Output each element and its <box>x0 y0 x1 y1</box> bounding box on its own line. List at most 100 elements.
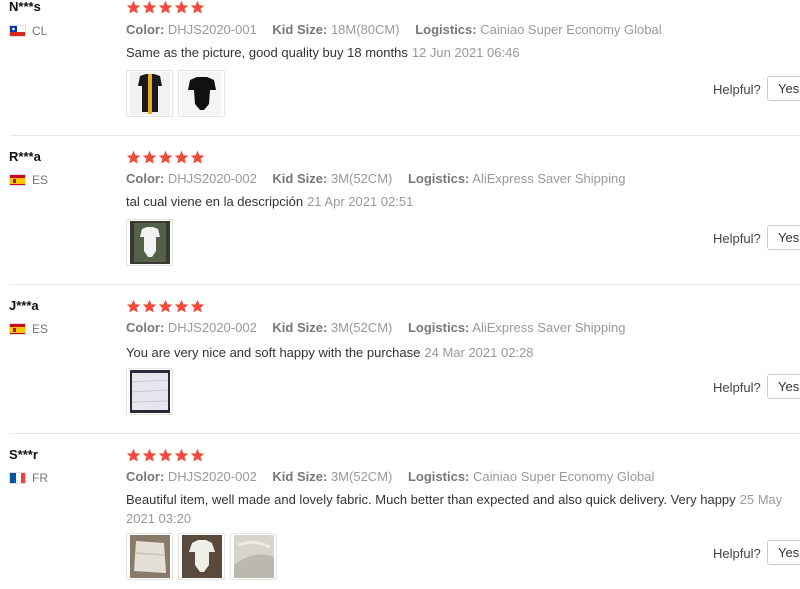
order-details: Color: DHJS2020-002 Kid Size: 3M(52CM) L… <box>126 171 626 186</box>
review-photos <box>126 70 225 117</box>
color-value: DHJS2020-002 <box>167 469 257 484</box>
review-text: You are very nice and soft happy with th… <box>126 343 726 362</box>
star-icon <box>174 0 189 14</box>
star-icon <box>158 150 173 164</box>
color-label: Color: <box>126 22 165 37</box>
spain-flag-icon <box>9 323 26 335</box>
color-label: Color: <box>126 320 165 335</box>
kid-size-label: Kid Size: <box>272 22 328 37</box>
star-icon <box>126 448 141 462</box>
star-icon <box>158 448 173 462</box>
star-icon <box>142 0 157 14</box>
star-icon <box>142 150 157 164</box>
spain-flag-icon <box>9 174 26 186</box>
review-text: Beautiful item, well made and lovely fab… <box>126 490 791 528</box>
reviewer-name: J***a <box>9 298 39 313</box>
helpful-yes-button[interactable]: Yes <box>767 76 800 101</box>
star-rating <box>126 448 205 463</box>
star-icon <box>126 0 141 14</box>
color-value: DHJS2020-001 <box>167 22 257 37</box>
country-code: ES <box>32 322 49 336</box>
star-icon <box>190 0 205 14</box>
order-details: Color: DHJS2020-002 Kid Size: 3M(52CM) L… <box>126 320 626 335</box>
kid-size-label: Kid Size: <box>272 171 328 186</box>
logistics-value: Cainiao Super Economy Global <box>480 22 662 37</box>
review-item: J***a ES Color: DHJS2020-002 Kid Size: 3… <box>0 298 800 433</box>
review-text: Same as the picture, good quality buy 18… <box>126 43 726 62</box>
color-value: DHJS2020-002 <box>167 171 257 186</box>
helpful-yes-button[interactable]: Yes <box>767 540 800 565</box>
reviewer-country: CL <box>9 24 47 38</box>
reviewer-name: R***a <box>9 149 41 164</box>
star-icon <box>158 0 173 14</box>
photo-fabric-white[interactable] <box>126 368 173 415</box>
review-divider <box>10 433 800 434</box>
logistics-value: Cainiao Super Economy Global <box>473 469 655 484</box>
france-flag-icon <box>9 472 26 484</box>
color-label: Color: <box>126 469 165 484</box>
review-divider <box>10 135 800 136</box>
star-icon <box>190 448 205 462</box>
kid-size-value: 3M(52CM) <box>330 320 393 335</box>
review-item: R***a ES Color: DHJS2020-002 Kid Size: 3… <box>0 149 800 284</box>
logistics-label: Logistics: <box>407 320 470 335</box>
review-body: Beautiful item, well made and lovely fab… <box>126 492 736 507</box>
star-icon <box>190 299 205 313</box>
helpful-label: Helpful? <box>713 82 761 97</box>
star-rating <box>126 150 205 165</box>
helpful-label: Helpful? <box>713 380 761 395</box>
reviewer-country: FR <box>9 471 48 485</box>
star-icon <box>190 150 205 164</box>
reviewer-country: ES <box>9 322 48 336</box>
review-body: You are very nice and soft happy with th… <box>126 345 421 360</box>
chile-flag-icon <box>9 25 26 37</box>
kid-size-label: Kid Size: <box>272 320 328 335</box>
color-label: Color: <box>126 171 165 186</box>
logistics-value: AliExpress Saver Shipping <box>472 171 626 186</box>
photo-bodysuit-laid[interactable] <box>178 533 225 580</box>
review-divider <box>10 284 800 285</box>
photo-bodysuit-measured[interactable] <box>126 70 173 117</box>
star-icon <box>126 150 141 164</box>
kid-size-value: 3M(52CM) <box>330 171 393 186</box>
star-icon <box>126 299 141 313</box>
logistics-label: Logistics: <box>415 22 477 37</box>
order-details: Color: DHJS2020-002 Kid Size: 3M(52CM) L… <box>126 469 654 484</box>
photo-fabric-closeup[interactable] <box>230 533 277 580</box>
review-body: Same as the picture, good quality buy 18… <box>126 45 408 60</box>
helpful-yes-button[interactable]: Yes <box>767 374 800 399</box>
review-text: tal cual viene en la descripción 21 Apr 2… <box>126 192 726 211</box>
helpful-label: Helpful? <box>713 546 761 561</box>
country-code: CL <box>32 24 48 38</box>
color-value: DHJS2020-002 <box>167 320 257 335</box>
star-icon <box>174 150 189 164</box>
star-rating <box>126 299 205 314</box>
reviewer-name: S***r <box>9 447 38 462</box>
photo-fabric-folded[interactable] <box>126 533 173 580</box>
review-date: 12 Jun 2021 06:46 <box>411 45 520 60</box>
logistics-label: Logistics: <box>407 469 470 484</box>
country-code: FR <box>32 471 48 485</box>
star-icon <box>174 448 189 462</box>
star-icon <box>174 299 189 313</box>
review-item: S***r FR Color: DHJS2020-002 Kid Size: 3… <box>0 447 800 589</box>
review-date: 24 Mar 2021 02:28 <box>424 345 534 360</box>
photo-bodysuit-white[interactable] <box>126 219 173 266</box>
review-photos <box>126 368 173 415</box>
helpful-yes-button[interactable]: Yes <box>767 225 800 250</box>
star-icon <box>142 299 157 313</box>
photo-bodysuit-black[interactable] <box>178 70 225 117</box>
logistics-value: AliExpress Saver Shipping <box>472 320 626 335</box>
review-photos <box>126 219 173 266</box>
kid-size-value: 3M(52CM) <box>330 469 393 484</box>
country-code: ES <box>32 173 49 187</box>
logistics-label: Logistics: <box>407 171 470 186</box>
review-date: 21 Apr 2021 02:51 <box>307 194 414 209</box>
reviewer-name: N***s <box>9 0 41 14</box>
review-item: N***s CL Color: DHJS2020-001 Kid Size: 1… <box>0 0 800 135</box>
star-icon <box>158 299 173 313</box>
review-photos <box>126 533 277 580</box>
star-icon <box>142 448 157 462</box>
helpful-label: Helpful? <box>713 231 761 246</box>
order-details: Color: DHJS2020-001 Kid Size: 18M(80CM) … <box>126 22 662 37</box>
